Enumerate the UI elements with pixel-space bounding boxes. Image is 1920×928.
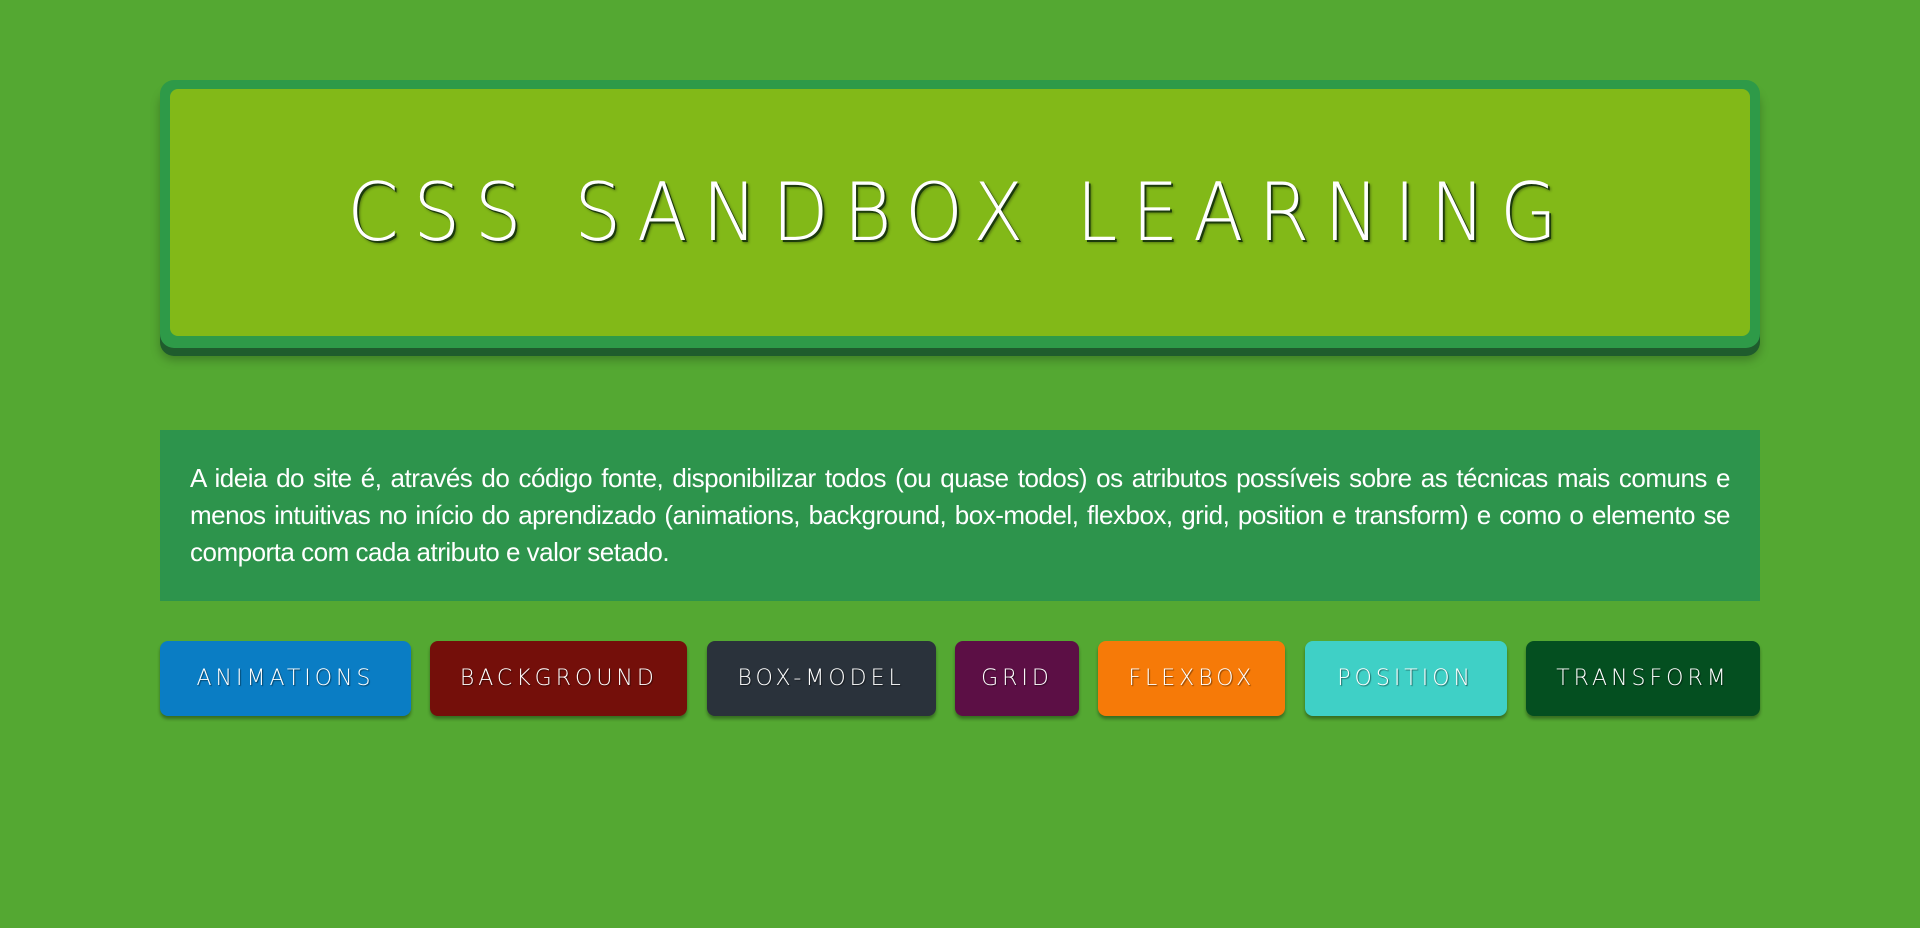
grid-button[interactable]: GRID: [954, 641, 1079, 716]
page-title: CSS SANDBOX LEARNING: [347, 166, 1573, 259]
box-model-button-label: BOX-MODEL: [737, 666, 905, 691]
position-button-label: POSITION: [1337, 666, 1475, 691]
flexbox-button-label: FLEXBOX: [1128, 666, 1256, 691]
grid-button-label: GRID: [981, 666, 1053, 691]
intro-section: A ideia do site é, através do código fon…: [160, 430, 1760, 601]
intro-text: A ideia do site é, através do código fon…: [190, 463, 1731, 567]
transform-button-label: TRANSFORM: [1556, 666, 1730, 691]
hero-panel: CSS SANDBOX LEARNING: [170, 89, 1750, 336]
background-button[interactable]: BACKGROUND: [430, 641, 688, 716]
box-model-button[interactable]: BOX-MODEL: [706, 641, 936, 716]
flexbox-button[interactable]: FLEXBOX: [1098, 641, 1286, 716]
position-button[interactable]: POSITION: [1304, 641, 1507, 716]
topic-nav: ANIMATIONS BACKGROUND BOX-MODEL GRID FLE…: [160, 641, 1760, 717]
animations-button-label: ANIMATIONS: [196, 666, 375, 691]
animations-button[interactable]: ANIMATIONS: [160, 641, 411, 716]
hero-banner: CSS SANDBOX LEARNING: [160, 80, 1760, 348]
background-button-label: BACKGROUND: [459, 666, 658, 691]
transform-button[interactable]: TRANSFORM: [1525, 641, 1760, 716]
